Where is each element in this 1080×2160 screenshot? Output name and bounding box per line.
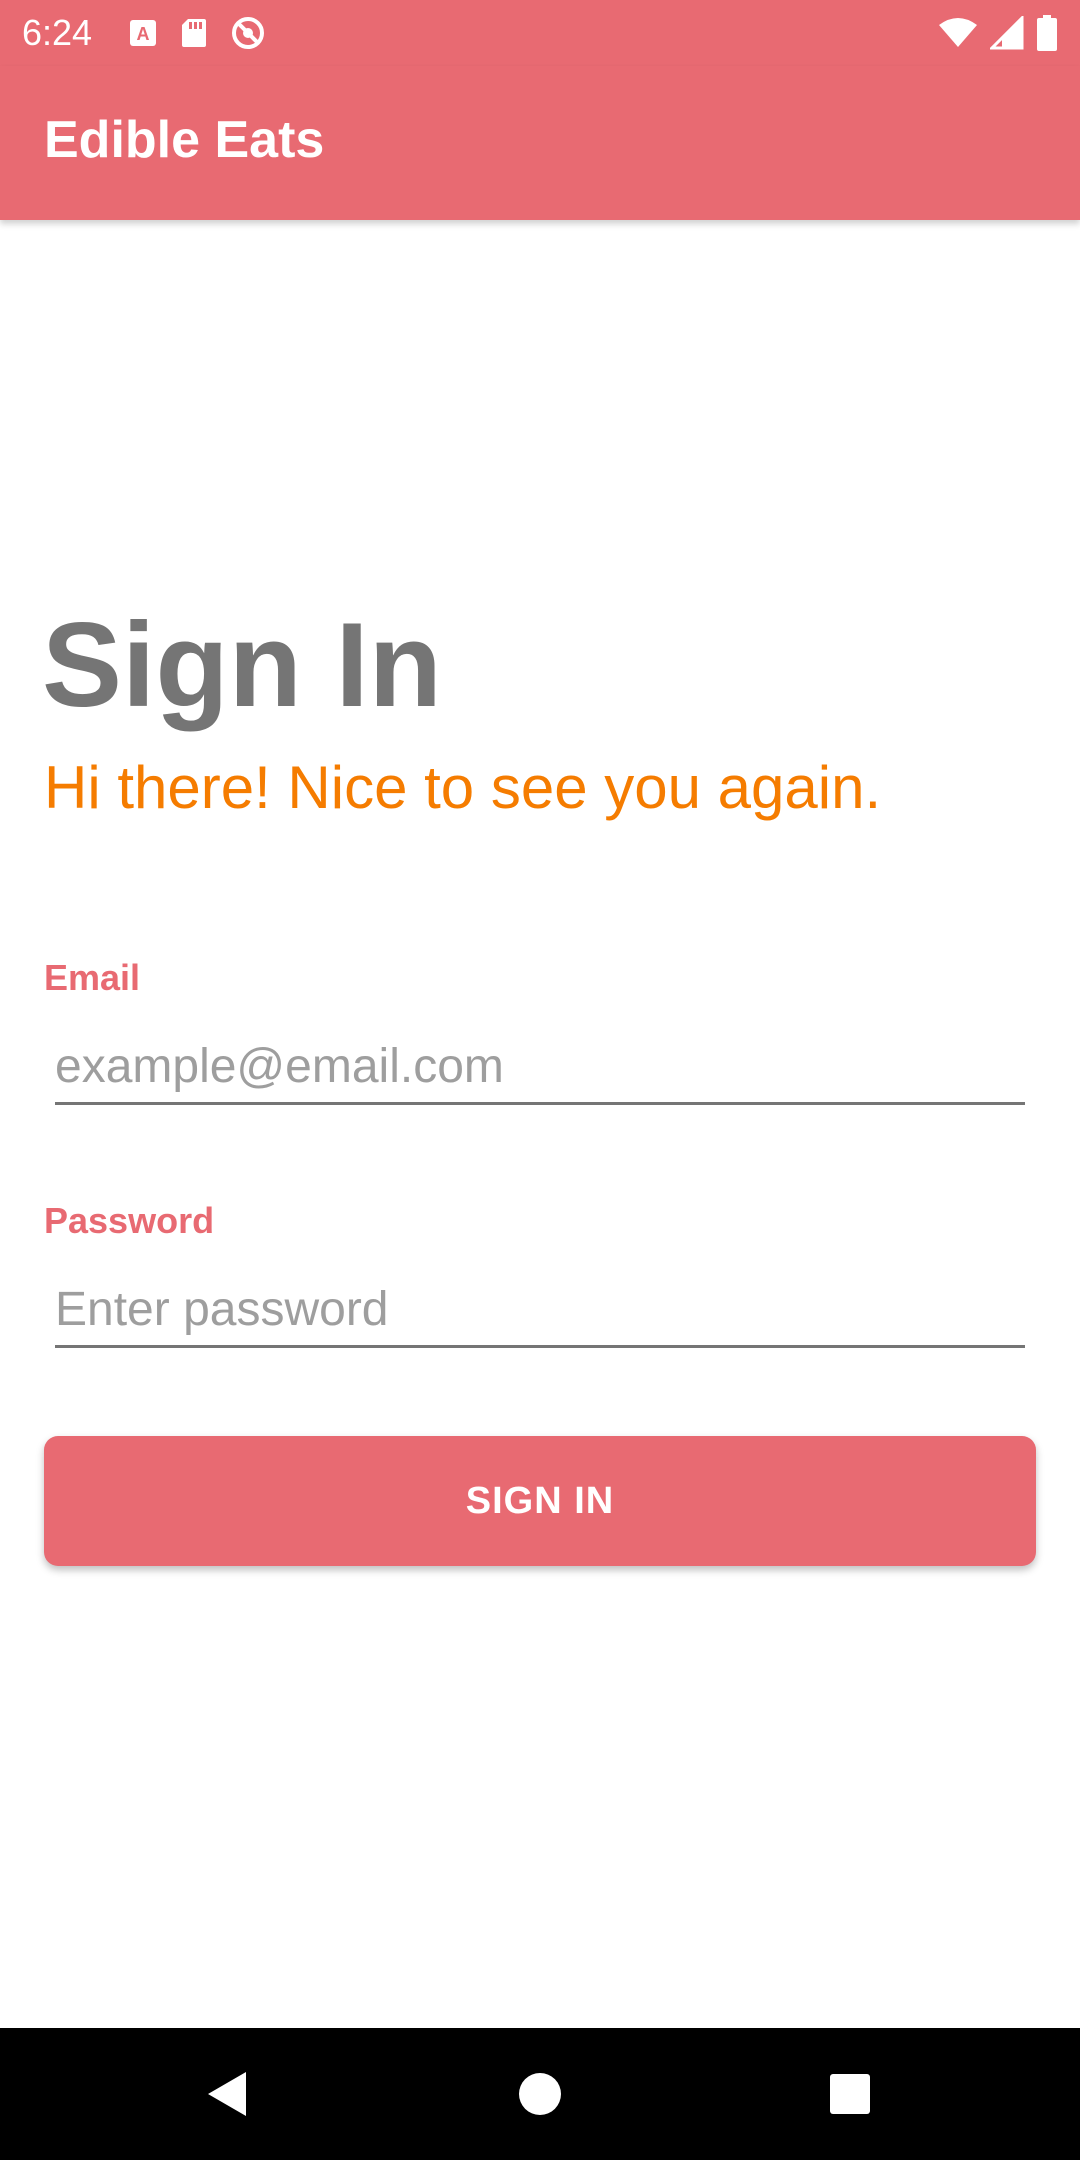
password-label: Password xyxy=(44,1200,215,1241)
cell-signal-icon xyxy=(990,16,1024,50)
svg-text:A: A xyxy=(137,24,150,44)
home-icon[interactable] xyxy=(510,2064,570,2124)
email-label: Email xyxy=(44,957,141,998)
welcome-subtitle: Hi there! Nice to see you again. xyxy=(44,754,882,821)
page-title: Sign In xyxy=(42,598,442,732)
password-field[interactable] xyxy=(55,1273,1025,1348)
status-bar: 6:24 A xyxy=(0,0,1080,66)
sign-in-button[interactable]: SIGN IN xyxy=(44,1436,1036,1566)
wifi-icon xyxy=(938,17,978,49)
notification-icons: A xyxy=(128,12,266,54)
status-time: 6:24 xyxy=(22,12,93,53)
sync-blocked-icon xyxy=(230,15,266,51)
app-bar: Edible Eats xyxy=(0,66,1080,220)
app-title: Edible Eats xyxy=(44,111,325,169)
recents-icon[interactable] xyxy=(820,2064,880,2124)
email-field[interactable] xyxy=(55,1030,1025,1105)
sign-in-screen: 6:24 A Edible Eats Sign In Hi there! Nic… xyxy=(0,0,1080,2160)
back-icon[interactable] xyxy=(196,2064,256,2124)
text-a-icon: A xyxy=(128,18,158,48)
system-status-icons xyxy=(938,12,1058,54)
navigation-bar xyxy=(0,2028,1080,2160)
battery-icon xyxy=(1036,15,1058,51)
sd-card-icon xyxy=(180,17,208,49)
